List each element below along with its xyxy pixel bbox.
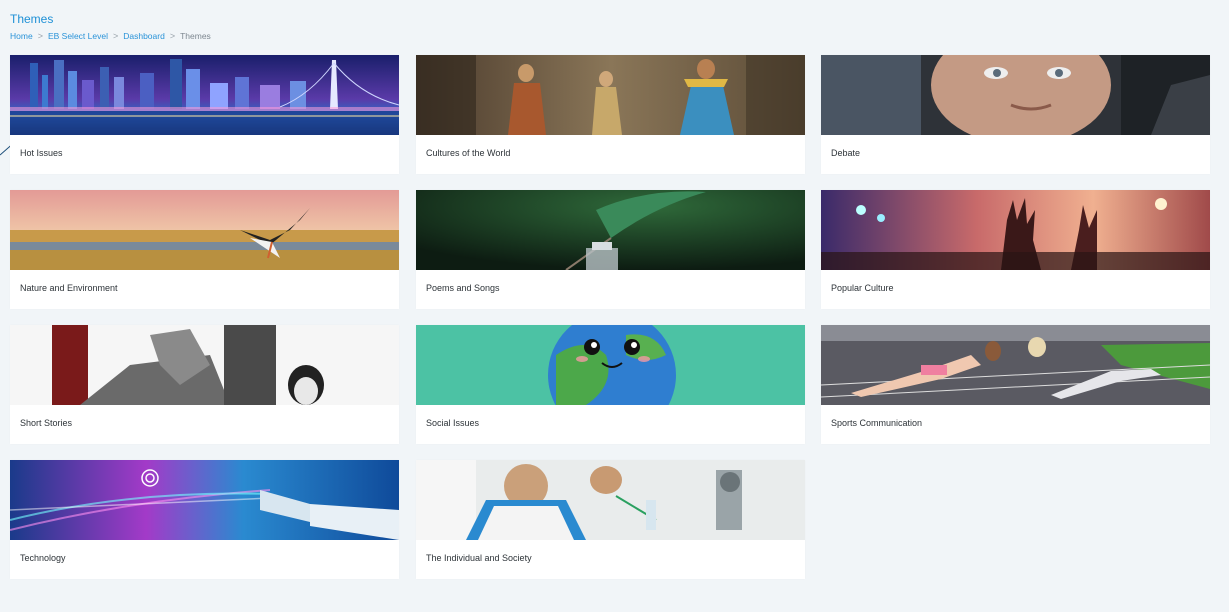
theme-card-label: Sports Communication	[831, 418, 923, 428]
fiber-optic-cable-image	[10, 460, 399, 540]
theme-card-label: Debate	[831, 148, 861, 158]
theme-card-social-issues[interactable]: Social Issues	[416, 325, 805, 444]
breadcrumb-home-link[interactable]: Home	[10, 31, 33, 41]
detective-sketch-image	[10, 325, 399, 405]
theme-card-cultures-of-the-world[interactable]: Cultures of the World	[416, 55, 805, 174]
speaker-portrait-image	[821, 55, 1210, 135]
city-skyline-night-image	[10, 55, 399, 135]
theme-card-label: Social Issues	[426, 418, 480, 428]
theme-card-short-stories[interactable]: Short Stories	[10, 325, 399, 444]
theme-card-poems-and-songs[interactable]: Poems and Songs	[416, 190, 805, 309]
theme-card-label: Nature and Environment	[20, 283, 118, 293]
breadcrumb-separator: >	[37, 31, 43, 41]
theme-card-label: Poems and Songs	[426, 283, 500, 293]
theme-card-label: The Individual and Society	[426, 553, 532, 563]
stork-in-marsh-image	[10, 190, 399, 270]
theme-card-the-individual-and-society[interactable]: The Individual and Society	[416, 460, 805, 579]
theme-card-label: Technology	[20, 553, 66, 563]
traditional-dancers-image	[416, 55, 805, 135]
breadcrumb-separator: >	[112, 31, 119, 41]
theme-card-debate[interactable]: Debate	[821, 55, 1210, 174]
theme-card-label: Popular Culture	[831, 283, 894, 293]
breadcrumb-separator: >	[169, 31, 176, 41]
breadcrumb-dashboard-link[interactable]: Dashboard	[123, 31, 165, 41]
concert-crowd-hands-image	[821, 190, 1210, 270]
students-in-lab-image	[416, 460, 805, 540]
page-title: Themes	[10, 12, 54, 26]
theme-card-sports-communication[interactable]: Sports Communication	[821, 325, 1210, 444]
breadcrumb-current: Themes	[180, 31, 211, 41]
theme-card-label: Hot Issues	[20, 148, 63, 158]
theme-card-technology[interactable]: Technology	[10, 460, 399, 579]
track-workout-image	[821, 325, 1210, 405]
theme-card-nature-and-environment[interactable]: Nature and Environment	[10, 190, 399, 309]
theme-card-popular-culture[interactable]: Popular Culture	[821, 190, 1210, 309]
theme-card-hot-issues[interactable]: Hot Issues	[10, 55, 399, 174]
cartoon-earth-image	[416, 325, 805, 405]
breadcrumb: Home > EB Select Level > Dashboard > The…	[10, 31, 211, 41]
theme-card-label: Cultures of the World	[426, 148, 511, 158]
theme-card-label: Short Stories	[20, 418, 73, 428]
quill-and-inkwell-image	[416, 190, 805, 270]
breadcrumb-select-level-link[interactable]: EB Select Level	[48, 31, 108, 41]
